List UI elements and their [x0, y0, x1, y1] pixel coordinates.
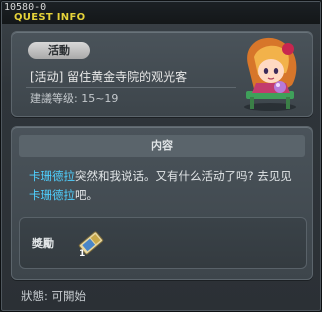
window-title: QUEST INFO — [14, 12, 86, 23]
quest-recommended-level: 建議等级: 15~19 — [30, 92, 119, 105]
quest-name: [活动] 留住黄金寺院的观光客 — [30, 70, 188, 84]
npc-name-link[interactable]: 卡珊德拉 — [29, 169, 75, 183]
reward-box: 獎勵 1 — [19, 217, 307, 269]
summary-divider — [26, 87, 236, 88]
quest-info-window: 10580-0 QUEST INFO 活動 [活动] 留住黄金寺院的观光客 建議… — [0, 0, 322, 312]
description-text: 突然和我说话。又有什么活动了吗? 去见见 — [75, 169, 292, 183]
npc-name-link[interactable]: 卡珊德拉 — [29, 188, 75, 202]
ticket-icon[interactable]: 1 — [76, 228, 106, 258]
quest-summary-panel: 活動 [活动] 留住黄金寺院的观光客 建議等级: 15~19 — [11, 31, 313, 117]
description-text: 吧。 — [75, 188, 98, 202]
content-header: 内容 — [19, 135, 305, 157]
npc-portrait-icon — [244, 37, 297, 111]
reward-label: 獎勵 — [32, 237, 54, 250]
quest-description: 卡珊德拉突然和我说话。又有什么活动了吗? 去见见卡珊德拉吧。 — [29, 167, 301, 205]
title-bar[interactable]: 10580-0 QUEST INFO — [2, 2, 320, 24]
reward-count: 1 — [79, 249, 85, 258]
quest-status: 狀態: 可開始 — [21, 289, 87, 303]
quest-content-panel: 内容 卡珊德拉突然和我说话。又有什么活动了吗? 去见见卡珊德拉吧。 獎勵 1 — [11, 126, 313, 280]
quest-category-badge: 活動 — [28, 42, 90, 59]
